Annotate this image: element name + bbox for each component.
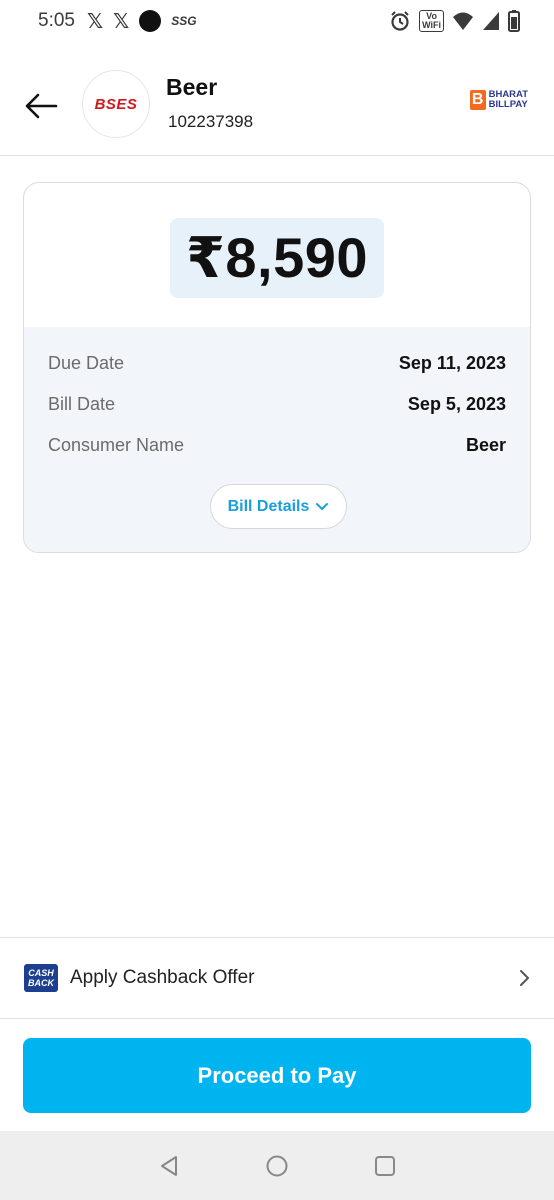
- biller-logo-text: BSES: [94, 95, 138, 113]
- amount-box: ₹8,590: [170, 218, 384, 298]
- x-icon: 𝕏: [86, 10, 104, 33]
- status-bar: 5:05 𝕏 𝕏 SSG Vo WiFi: [0, 0, 554, 42]
- bbps-line2: BILLPAY: [488, 99, 528, 110]
- vowifi-icon: Vo WiFi: [419, 10, 444, 32]
- navigation-bar: [0, 1131, 554, 1200]
- home-nav-icon[interactable]: [265, 1154, 289, 1178]
- chevron-down-icon: [316, 502, 329, 510]
- proceed-to-pay-button[interactable]: Proceed to Pay: [23, 1038, 531, 1113]
- back-arrow-icon[interactable]: [24, 92, 58, 120]
- wifi-icon: [453, 12, 473, 30]
- ssg-icon: SSG: [171, 14, 197, 28]
- back-nav-icon[interactable]: [157, 1154, 181, 1178]
- notification-icons: 𝕏 𝕏 SSG: [87, 9, 197, 34]
- circle-icon: [139, 10, 162, 32]
- cashback-icon: CASH BACK: [24, 964, 58, 992]
- system-icons: Vo WiFi: [389, 10, 520, 32]
- consumer-name-value: Beer: [465, 435, 506, 455]
- bill-date-row: Bill Date Sep 5, 2023: [48, 394, 506, 415]
- cashback-label: Apply Cashback Offer: [70, 967, 255, 988]
- chevron-right-icon: [520, 970, 530, 986]
- bill-date-value: Sep 5, 2023: [407, 394, 506, 414]
- bharat-billpay-logo: B BHARAT BILLPAY: [469, 90, 528, 110]
- apply-cashback-offer[interactable]: CASH BACK Apply Cashback Offer: [0, 937, 554, 1019]
- due-date-label: Due Date: [48, 353, 125, 373]
- due-date-value: Sep 11, 2023: [398, 353, 506, 373]
- battery-icon: [508, 10, 520, 32]
- due-date-row: Due Date Sep 11, 2023: [48, 353, 506, 374]
- bill-card: ₹8,590 Due Date Sep 11, 2023 Bill Date S…: [23, 182, 531, 553]
- bill-details-button[interactable]: Bill Details: [210, 484, 347, 529]
- bill-date-label: Bill Date: [48, 394, 116, 414]
- bill-amount: ₹8,590: [185, 226, 369, 289]
- consumer-name-label: Consumer Name: [48, 435, 185, 455]
- bbps-mark-icon: B: [469, 90, 486, 110]
- status-time: 5:05: [38, 10, 75, 31]
- biller-header: BSES Beer 102237398 B BHARAT BILLPAY: [0, 58, 554, 156]
- x-icon: 𝕏: [113, 10, 130, 33]
- bill-details-panel: Due Date Sep 11, 2023 Bill Date Sep 5, 2…: [24, 327, 530, 552]
- consumer-name-row: Consumer Name Beer: [48, 435, 506, 456]
- recents-nav-icon[interactable]: [373, 1154, 397, 1178]
- biller-name: Beer: [166, 74, 218, 100]
- signal-icon: [483, 12, 499, 30]
- consumer-id: 102237398: [168, 112, 254, 131]
- alarm-icon: [391, 11, 409, 31]
- bill-details-label: Bill Details: [227, 497, 310, 515]
- biller-logo: BSES: [82, 70, 150, 138]
